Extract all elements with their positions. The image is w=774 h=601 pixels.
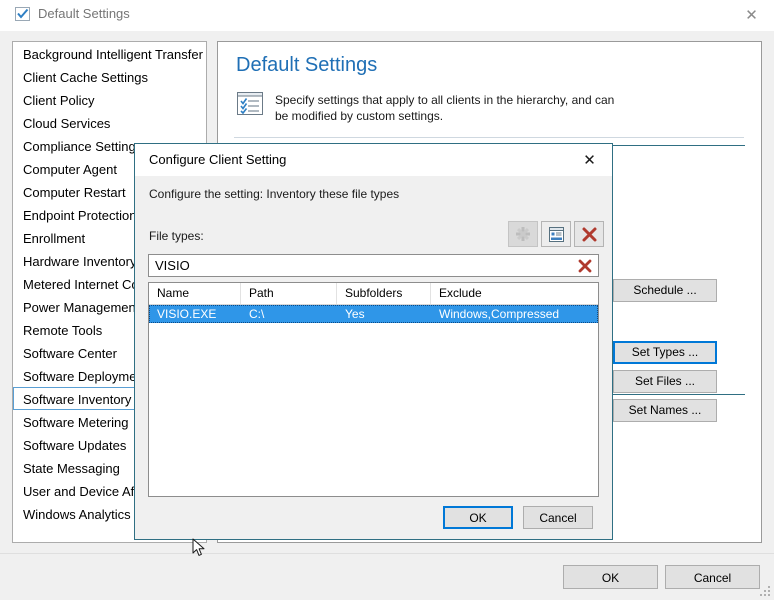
window-footer: OK Cancel [0,553,774,600]
column-header-subfolders[interactable]: Subfolders [337,283,431,304]
schedule-button[interactable]: Schedule ... [613,279,717,302]
file-types-label: File types: [149,229,204,243]
properties-icon[interactable] [541,221,571,247]
cell-name: VISIO.EXE [157,307,217,321]
set-names-button[interactable]: Set Names ... [613,399,717,422]
table-header: Name Path Subfolders Exclude [149,283,598,305]
file-type-search-box[interactable]: VISIO [148,254,599,277]
column-header-exclude[interactable]: Exclude [431,283,576,304]
set-files-button[interactable]: Set Files ... [613,370,717,393]
delete-icon[interactable] [574,221,604,247]
configure-client-setting-dialog: Configure Client Setting ✕ Configure the… [134,143,613,540]
sidebar-item-client-cache-settings[interactable]: Client Cache Settings [13,65,206,88]
window-titlebar: Default Settings ✕ [0,0,774,31]
page-title: Default Settings [236,54,378,76]
window-title: Default Settings [38,6,130,21]
divider [234,137,744,138]
set-types-button[interactable]: Set Types ... [613,341,717,364]
page-description: Specify settings that apply to all clien… [275,93,615,123]
dialog-ok-button[interactable]: OK [443,506,513,529]
clear-red-x-icon[interactable] [577,258,593,274]
close-icon[interactable]: ✕ [567,144,612,176]
column-header-path[interactable]: Path [241,283,337,304]
close-icon[interactable]: ✕ [729,0,774,31]
dialog-cancel-button[interactable]: Cancel [523,506,593,529]
ok-button[interactable]: OK [563,565,658,589]
sidebar-item-client-policy[interactable]: Client Policy [13,88,206,111]
resize-grip-icon[interactable] [760,586,772,598]
sidebar-item-cloud-services[interactable]: Cloud Services [13,111,206,134]
checkbox-checked-icon [14,5,32,23]
dialog-title: Configure Client Setting [149,152,287,167]
cell-subfolders: Yes [345,307,365,321]
new-icon[interactable] [508,221,538,247]
table-row[interactable]: VISIO.EXE C:\ Yes Windows,Compressed [149,305,598,323]
cell-path: C:\ [249,307,265,321]
column-header-name[interactable]: Name [149,283,241,304]
dialog-subtitle: Configure the setting: Inventory these f… [149,187,400,201]
cell-exclude: Windows,Compressed [439,307,560,321]
file-types-table[interactable]: Name Path Subfolders Exclude VISIO.EXE C… [148,282,599,497]
sidebar-item-background-intelligent-transfer[interactable]: Background Intelligent Transfer [13,42,206,65]
cancel-button[interactable]: Cancel [665,565,760,589]
search-input[interactable]: VISIO [155,258,190,274]
checklist-document-icon [236,91,265,118]
dialog-titlebar: Configure Client Setting ✕ [135,144,612,176]
